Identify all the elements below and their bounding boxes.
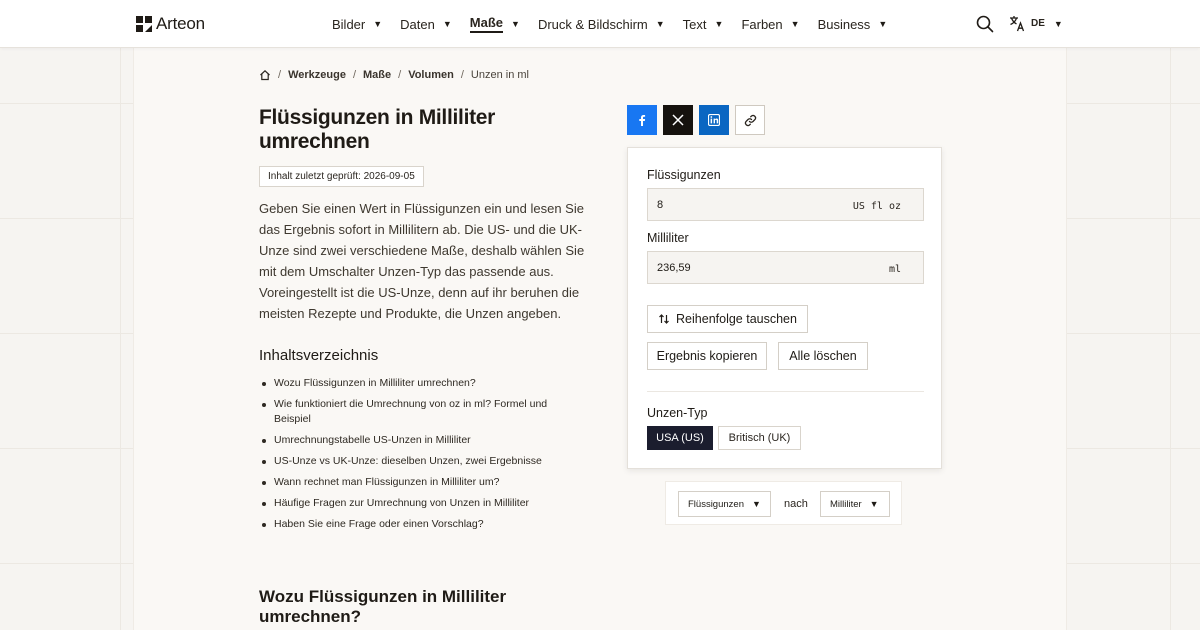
toc-item[interactable]: Haben Sie eine Frage oder einen Vorschla… xyxy=(259,517,559,532)
arteon-logo-icon xyxy=(136,16,152,32)
review-date-badge: Inhalt zuletzt geprüft: 2026-09-05 xyxy=(259,166,424,187)
toc-item[interactable]: Umrechnungstabelle US-Unzen in Millilite… xyxy=(259,433,559,448)
translate-icon xyxy=(1010,16,1025,32)
chevron-down-icon: ▼ xyxy=(511,19,520,29)
copy-result-button[interactable]: Ergebnis kopieren xyxy=(647,342,767,370)
toc-item[interactable]: Wann rechnet man Flüssigunzen in Millili… xyxy=(259,475,559,490)
share-linkedin-button[interactable] xyxy=(699,105,729,135)
search-button[interactable] xyxy=(976,15,994,33)
nav-item-druck-bildschirm[interactable]: Druck & Bildschirm ▼ xyxy=(538,0,665,48)
divider xyxy=(647,391,924,392)
share-x-button[interactable] xyxy=(663,105,693,135)
chevron-down-icon: ▼ xyxy=(751,499,761,509)
chevron-down-icon: ▼ xyxy=(442,19,452,29)
output-unit: ml xyxy=(888,264,901,275)
page-title: Flüssigunzen in Milliliter umrechnen xyxy=(259,106,496,153)
nav-item-text[interactable]: Text ▼ xyxy=(683,0,724,48)
nav-item-bilder[interactable]: Bilder ▼ xyxy=(332,0,382,48)
chevron-down-icon: ▼ xyxy=(655,19,665,29)
breadcrumb-item-volumen[interactable]: Volumen xyxy=(408,69,454,81)
language-code: DE xyxy=(1031,18,1045,29)
chevron-down-icon: ▼ xyxy=(714,19,724,29)
swap-order-label: Reihenfolge tauschen xyxy=(676,312,797,326)
chevron-down-icon: ▼ xyxy=(790,19,800,29)
brand-name: Arteon xyxy=(156,14,205,33)
nav-item-daten[interactable]: Daten ▼ xyxy=(400,0,452,48)
from-unit-value: Flüssigunzen xyxy=(688,498,744,510)
copy-link-button[interactable] xyxy=(735,105,765,135)
nav-label: Daten xyxy=(400,16,435,32)
swap-vertical-icon xyxy=(659,314,669,324)
breadcrumb-separator: / xyxy=(352,69,356,81)
output-label: Milliliter xyxy=(647,231,689,245)
share-facebook-button[interactable] xyxy=(627,105,657,135)
chevron-down-icon: ▼ xyxy=(869,499,879,509)
breadcrumb-item-current: Unzen in ml xyxy=(470,69,529,81)
language-switcher[interactable]: DE ▼ xyxy=(1009,15,1063,32)
fluid-ounces-input[interactable] xyxy=(648,189,848,220)
chevron-down-icon: ▼ xyxy=(373,19,383,29)
toc-item[interactable]: Wie funktioniert die Umrechnung von oz i… xyxy=(259,397,559,427)
intro-paragraph: Geben Sie einen Wert in Flüssigunzen ein… xyxy=(259,201,585,321)
chevron-down-icon: ▼ xyxy=(1053,18,1063,29)
clear-all-button[interactable]: Alle löschen xyxy=(778,342,868,370)
unit-separator: nach xyxy=(784,498,808,510)
to-unit-select[interactable]: Milliliter ▼ xyxy=(820,491,890,517)
search-icon xyxy=(976,15,994,33)
table-of-contents: Wozu Flüssigunzen in Milliliter umrechne… xyxy=(259,376,559,538)
facebook-icon xyxy=(639,115,646,126)
breadcrumb-separator: / xyxy=(278,69,282,81)
link-icon xyxy=(744,114,756,126)
from-unit-select[interactable]: Flüssigunzen ▼ xyxy=(678,491,771,517)
toc-item[interactable]: Häufige Fragen zur Umrechnung von Unzen … xyxy=(259,496,559,511)
nav-item-farben[interactable]: Farben ▼ xyxy=(741,0,799,48)
toc-item[interactable]: Wozu Flüssigunzen in Milliliter umrechne… xyxy=(259,376,559,391)
share-buttons xyxy=(627,105,765,135)
brand-logo[interactable]: Arteon xyxy=(136,14,205,34)
nav-label: Maße xyxy=(469,15,504,33)
ounce-type-label: Unzen-Typ xyxy=(647,406,708,420)
input-label: Flüssigunzen xyxy=(647,168,721,182)
ounce-type-uk-toggle[interactable]: Britisch (UK) xyxy=(718,426,801,450)
to-unit-value: Milliliter xyxy=(830,498,862,510)
toc-title: Inhaltsverzeichnis xyxy=(259,347,379,364)
nav-label: Bilder xyxy=(332,16,366,32)
chevron-down-icon: ▼ xyxy=(878,19,888,29)
nav-label: Farben xyxy=(741,16,783,32)
nav-label: Druck & Bildschirm xyxy=(537,16,648,32)
home-icon[interactable] xyxy=(259,69,271,81)
breadcrumb: / Werkzeuge / Maße / Volumen / Unzen in … xyxy=(259,69,529,81)
ounce-type-us-toggle[interactable]: USA (US) xyxy=(647,426,713,450)
fluid-ounces-field: US fl oz xyxy=(647,188,924,221)
nav-item-business[interactable]: Business ▼ xyxy=(818,0,888,48)
main-nav: Bilder ▼ Daten ▼ Maße ▼ Druck & Bildschi… xyxy=(332,0,905,48)
swap-order-button[interactable]: Reihenfolge tauschen xyxy=(647,305,808,333)
breadcrumb-separator: / xyxy=(460,69,464,81)
top-navigation-bar: Arteon Bilder ▼ Daten ▼ Maße ▼ Druck & B… xyxy=(0,0,1200,48)
unit-selector-bar: Flüssigunzen ▼ nach Milliliter ▼ xyxy=(665,481,902,525)
nav-item-masse[interactable]: Maße ▼ xyxy=(469,0,520,48)
linkedin-icon xyxy=(708,114,720,126)
nav-label: Text xyxy=(682,16,707,32)
x-icon xyxy=(672,114,684,126)
breadcrumb-separator: / xyxy=(398,69,402,81)
converter-card: Flüssigunzen US fl oz Milliliter ml Reih… xyxy=(627,147,942,469)
milliliter-field: ml xyxy=(647,251,924,284)
section-title: Wozu Flüssigunzen in Milliliter umrechne… xyxy=(259,587,507,626)
nav-label: Business xyxy=(817,16,871,32)
breadcrumb-item-masse[interactable]: Maße xyxy=(363,69,391,81)
input-unit: US fl oz xyxy=(852,201,901,212)
breadcrumb-item-werkzeuge[interactable]: Werkzeuge xyxy=(288,69,346,81)
milliliter-input[interactable] xyxy=(648,252,848,283)
toc-item[interactable]: US-Unze vs UK-Unze: dieselben Unzen, zwe… xyxy=(259,454,559,469)
